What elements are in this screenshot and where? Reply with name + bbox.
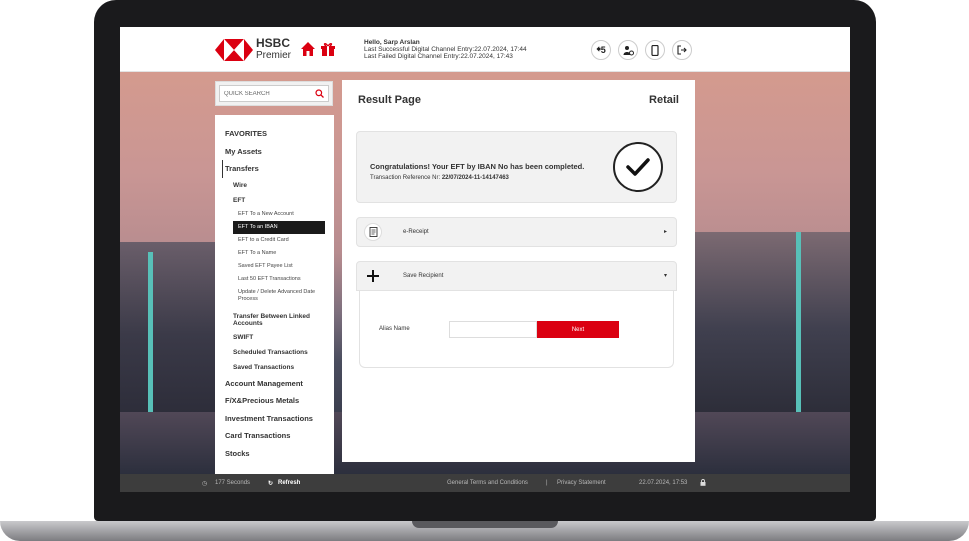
footer-bar: ◷ 177 Seconds ↻ Refresh General Terms an…	[120, 474, 850, 492]
footer-datetime: 22.07.2024, 17:53	[639, 480, 688, 486]
quick-search	[215, 81, 333, 106]
main-content: Result Page Retail Congratulations! Your…	[342, 80, 695, 462]
sidebar-item-fx-metals[interactable]: F/X&Precious Metals	[225, 392, 334, 410]
sidebar-item-eft-credit-card[interactable]: EFT to a Credit Card	[225, 234, 334, 247]
privacy-link[interactable]: Privacy Statement	[557, 480, 606, 486]
quick-search-field	[219, 85, 329, 102]
checkmark-icon	[626, 158, 650, 176]
ereceipt-row[interactable]: e-Receipt ▸	[356, 217, 677, 247]
success-check-icon	[613, 142, 663, 192]
bridge-tower	[796, 232, 801, 427]
logout-button[interactable]	[672, 40, 692, 60]
sidebar-item-scheduled[interactable]: Scheduled Transactions	[225, 345, 334, 360]
save-recipient-row[interactable]: Save Recipient ▾	[356, 261, 677, 291]
sidebar-item-card-transactions[interactable]: Card Transactions	[225, 427, 334, 445]
save-recipient-form: Alias Name Next	[359, 291, 674, 368]
messages-count: 5	[600, 45, 606, 55]
sidebar-item-investment[interactable]: Investment Transactions	[225, 410, 334, 428]
brand-subtitle: Premier	[256, 50, 292, 61]
sidebar-item-update-delete-advanced[interactable]: Update / Delete Advanced Date Process	[225, 286, 334, 306]
sidebar-item-swift[interactable]: SWIFT	[225, 330, 334, 345]
last-failed-entry: Last Failed Digital Channel Entry:22.07.…	[364, 53, 513, 60]
alias-name-input[interactable]	[449, 321, 537, 338]
chevron-right-icon: ▸	[663, 229, 667, 235]
reference-label: Transaction Reference Nr:	[370, 175, 441, 181]
user-settings-button[interactable]	[618, 40, 638, 60]
sidebar-menu: FAVORITES My Assets Transfers Wire EFT E…	[215, 115, 334, 474]
search-input[interactable]	[224, 90, 304, 97]
mobile-phone-icon	[651, 44, 659, 56]
sidebar-item-my-assets[interactable]: My Assets	[225, 143, 334, 161]
ereceipt-label: e-Receipt	[403, 229, 429, 235]
receipt-icon	[364, 223, 382, 241]
footer-separator: |	[546, 480, 548, 486]
save-recipient-label: Save Recipient	[403, 273, 444, 279]
terms-link[interactable]: General Terms and Conditions	[447, 480, 528, 486]
top-header: HSBC Premier Hello, Sarp Arslan Last Suc…	[120, 27, 850, 72]
transaction-reference: Transaction Reference Nr: 22/07/2024-11-…	[370, 175, 509, 181]
sidebar-item-account-management[interactable]: Account Management	[225, 375, 334, 393]
segment-label: Retail	[649, 94, 679, 106]
user-settings-icon	[623, 45, 634, 55]
alias-name-label: Alias Name	[379, 326, 410, 332]
sidebar-item-transfer-linked[interactable]: Transfer Between Linked Accounts	[225, 310, 334, 330]
sidebar-item-eft[interactable]: EFT	[225, 193, 334, 208]
sidebar-item-saved-eft-payees[interactable]: Saved EFT Payee List	[225, 260, 334, 273]
hsbc-logo-icon[interactable]	[215, 39, 253, 61]
success-panel: Congratulations! Your EFT by IBAN No has…	[356, 131, 677, 203]
home-icon[interactable]	[300, 41, 316, 57]
session-timer: 177 Seconds	[215, 480, 251, 486]
gift-icon[interactable]	[320, 41, 336, 57]
messages-button[interactable]: 🠸 5	[591, 40, 611, 60]
chevron-down-icon: ▾	[663, 273, 667, 279]
sidebar-item-last-50-eft[interactable]: Last 50 EFT Transactions	[225, 273, 334, 286]
user-greeting: Hello, Sarp Arslan Last Successful Digit…	[364, 39, 527, 60]
success-message: Congratulations! Your EFT by IBAN No has…	[370, 162, 585, 171]
sidebar-item-favorites[interactable]: FAVORITES	[225, 125, 334, 143]
plus-icon	[364, 267, 382, 285]
last-success-entry: Last Successful Digital Channel Entry:22…	[364, 46, 527, 53]
next-button[interactable]: Next	[537, 321, 619, 338]
reference-value: 22/07/2024-11-14147463	[441, 175, 509, 181]
sidebar-item-saved[interactable]: Saved Transactions	[225, 360, 334, 375]
mobile-button[interactable]	[645, 40, 665, 60]
greeting-name: Hello, Sarp Arslan	[364, 39, 420, 46]
logout-icon	[677, 45, 687, 55]
brand-name: HSBC	[256, 36, 291, 50]
clock-icon: ◷	[202, 481, 208, 487]
sidebar-item-wire[interactable]: Wire	[225, 178, 334, 193]
sidebar-item-eft-iban[interactable]: EFT To an IBAN	[233, 220, 325, 234]
laptop-notch	[412, 521, 558, 528]
sidebar-item-transfers[interactable]: Transfers	[222, 160, 334, 178]
page-title: Result Page	[358, 94, 421, 106]
bridge-tower	[148, 252, 153, 412]
refresh-button[interactable]: Refresh	[278, 480, 300, 486]
sidebar-item-eft-name[interactable]: EFT To a Name	[225, 247, 334, 260]
sidebar-item-eft-new-account[interactable]: EFT To a New Account	[225, 208, 334, 221]
search-icon[interactable]	[315, 89, 324, 98]
sidebar-item-stocks[interactable]: Stocks	[225, 445, 334, 463]
lock-icon	[700, 479, 706, 488]
refresh-icon[interactable]: ↻	[268, 480, 273, 487]
browser-screen: HSBC Premier Hello, Sarp Arslan Last Suc…	[120, 27, 850, 492]
